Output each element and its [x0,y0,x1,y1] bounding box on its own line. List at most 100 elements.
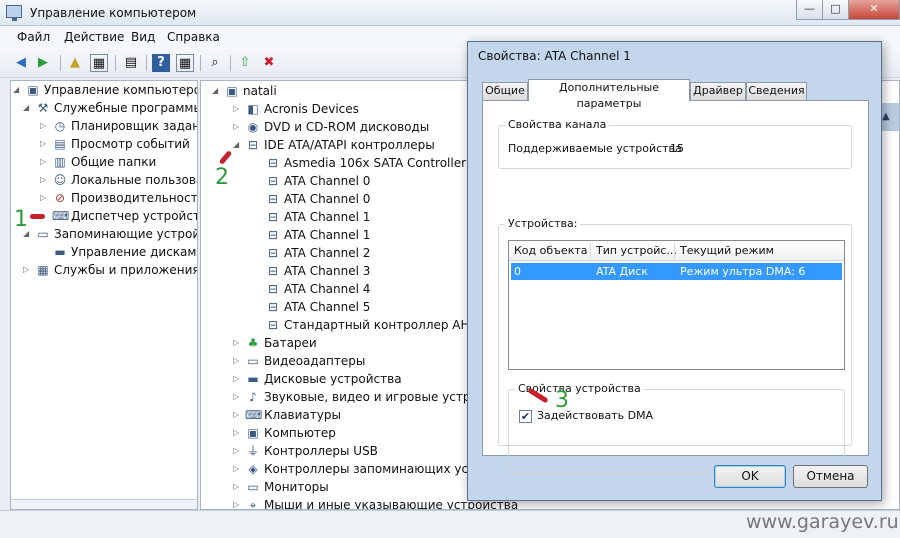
device-item[interactable]: ⊟ ATA Channel 2 [253,244,469,262]
tree-node-local-users[interactable]: ▷☺Локальные пользовате [40,171,197,189]
close-button[interactable]: ✕ [848,0,900,20]
tree-node-event-viewer[interactable]: ▷ ▤ Просмотр событий [40,135,197,153]
expand-arrow-icon[interactable]: ▷ [40,117,50,135]
tab-advanced[interactable]: Дополнительные параметры [528,79,690,110]
tree-node-performance[interactable]: ▷ ⊘ Производительность [40,189,197,207]
device-node-mice[interactable]: ▷ ⌖ Мыши и иные указывающие устройства [233,496,518,509]
controller-icon: ⊟ [267,318,279,332]
tree-node-computer-management[interactable]: ◢▣Управление компьютером (л [13,81,197,99]
menu-help[interactable]: Справка [167,30,220,44]
scan-hardware-icon[interactable]: ⌕ [206,54,224,72]
left-horizontal-scrollbar[interactable] [11,499,197,509]
tree-node-shared-folders[interactable]: ▷ ▥ Общие папки [40,153,197,171]
device-node-ide-controllers[interactable]: ◢ ⊟ IDE ATA/ATAPI контроллеры [233,136,483,154]
device-node-sound[interactable]: ▷ ♪ Звуковые, видео и игровые устройст [233,388,499,406]
device-node-disk-drives[interactable]: ▷ ▬ Дисковые устройства [233,370,469,388]
device-node-monitors[interactable]: ▷ ▭ Мониторы [233,478,469,496]
expand-arrow-icon[interactable]: ▷ [40,153,50,171]
collapse-arrow-icon[interactable]: ◢ [23,99,33,117]
column-separator [674,243,675,259]
navigation-tree-pane[interactable]: ◢▣Управление компьютером (л ◢⚒Служебные … [10,80,198,510]
tab-driver[interactable]: Драйвер [690,82,746,100]
view-icon[interactable]: ▦ [176,54,194,72]
disk-drive-icon: ▬ [247,372,259,386]
expand-arrow-icon[interactable]: ▷ [233,370,243,388]
tree-node-services-apps[interactable]: ▷ ▦ Службы и приложения [23,261,197,279]
expand-arrow-icon[interactable]: ▷ [233,352,243,370]
device-node-dvd[interactable]: ▷ ◉ DVD и CD-ROM дисководы [233,118,483,136]
column-current-mode[interactable]: Текущий режим [680,244,774,257]
maximize-button[interactable]: □ [822,0,849,20]
expand-arrow-icon[interactable]: ▷ [233,406,243,424]
device-node-computer-category[interactable]: ▷ ▣ Компьютер [233,424,469,442]
expand-arrow-icon[interactable]: ▷ [233,334,243,352]
supported-devices-label: Поддерживаемые устройства [508,142,682,155]
computer-icon: ▣ [247,426,259,440]
tree-node-disk-management[interactable]: ▬ Управление дисками [40,243,197,261]
expand-arrow-icon[interactable]: ▷ [233,424,243,442]
expand-arrow-icon[interactable]: ▷ [23,261,33,279]
device-node-acronis[interactable]: ▷ ◧ Acronis Devices [233,100,483,118]
expand-arrow-icon[interactable]: ▷ [233,388,243,406]
device-item[interactable]: ⊟ ATA Channel 5 [253,298,469,316]
expand-arrow-icon[interactable]: ▷ [233,460,243,478]
device-item[interactable]: ⊟ Стандартный контроллер AHCI 1 [253,316,493,334]
device-item[interactable]: ⊟ ATA Channel 0 [253,190,469,208]
properties-icon[interactable]: ▤ [122,54,140,72]
expand-arrow-icon[interactable]: ▷ [40,171,50,189]
up-folder-icon[interactable]: ▲ [66,54,84,72]
tab-details[interactable]: Сведения [746,82,807,100]
performance-icon: ⊘ [54,191,66,205]
tab-general[interactable]: Общие [482,82,528,100]
device-item[interactable]: ⊟ ATA Channel 0 [253,172,469,190]
table-row[interactable]: 0 ATA Диск Режим ультра DMA: 6 [511,263,842,280]
usb-icon: ⏚ [246,444,259,458]
actions-expand-icon[interactable]: ▲ [882,111,890,122]
expand-arrow-icon[interactable]: ▷ [233,118,243,136]
expand-arrow-icon[interactable]: ▷ [40,135,50,153]
expand-arrow-icon[interactable]: ▷ [233,442,243,460]
device-item[interactable]: ⊟ ATA Channel 4 [253,280,469,298]
battery-icon: ♣ [247,336,259,350]
device-node-keyboards[interactable]: ▷ ⌨ Клавиатуры [233,406,469,424]
disk-icon: ▬ [54,245,66,259]
forward-arrow-icon[interactable]: ▶ [34,54,52,72]
collapse-arrow-icon[interactable]: ◢ [212,82,222,100]
device-node-storage-controllers[interactable]: ▷ ◈ Контроллеры запоминающих устро [233,460,490,478]
collapse-arrow-icon[interactable]: ◢ [13,81,23,99]
uninstall-icon[interactable]: ✖ [260,54,278,72]
devices-list[interactable]: Код объекта Тип устройс... Текущий режим… [508,240,845,370]
tree-node-system-tools[interactable]: ◢ ⚒ Служебные программы [23,99,197,117]
expand-arrow-icon[interactable]: ▷ [233,100,243,118]
show-hide-tree-icon[interactable]: ▦ [90,54,108,72]
column-object-id[interactable]: Код объекта [514,244,588,257]
tree-node-task-scheduler[interactable]: ▷◷Планировщик заданий [40,117,197,135]
column-device-type[interactable]: Тип устройс... [596,244,677,257]
minimize-button[interactable]: — [796,0,823,20]
device-item[interactable]: ⊟ ATA Channel 1 [253,226,469,244]
expand-arrow-icon[interactable]: ▷ [233,478,243,496]
expand-arrow-icon[interactable]: ▷ [40,189,50,207]
device-node-batteries[interactable]: ▷ ♣ Батареи [233,334,469,352]
device-item[interactable]: ⊟ Asmedia 106x SATA Controller [253,154,469,172]
cancel-button[interactable]: Отмена [793,465,868,488]
device-node-usb[interactable]: ▷ ⏚ Контроллеры USB [233,442,469,460]
controller-icon: ⊟ [267,246,279,260]
device-item[interactable]: ⊟ ATA Channel 3 [253,262,469,280]
expand-arrow-icon[interactable]: ▷ [233,496,243,509]
collapse-arrow-icon[interactable]: ◢ [233,136,243,154]
menu-view[interactable]: Вид [131,30,155,44]
enable-dma-checkbox[interactable]: ✔ [519,410,532,423]
device-node-computer[interactable]: ◢ ▣ natali [212,82,462,100]
back-arrow-icon[interactable]: ◀ [12,54,30,72]
help-icon[interactable]: ? [152,54,170,72]
menu-file[interactable]: Файл [17,30,50,44]
controller-icon: ⊟ [247,138,259,152]
update-driver-icon[interactable]: ⇧ [236,54,254,72]
device-node-display-adapters[interactable]: ▷ ▭ Видеоадаптеры [233,352,469,370]
tree-node-storage[interactable]: ◢ ▭ Запоминающие устройст [23,225,197,243]
menu-action[interactable]: Действие [64,30,124,44]
ok-button[interactable]: OK [714,465,786,488]
device-item[interactable]: ⊟ ATA Channel 1 [253,208,469,226]
tree-node-device-manager[interactable]: ⌨ Диспетчер устройств [40,207,197,225]
